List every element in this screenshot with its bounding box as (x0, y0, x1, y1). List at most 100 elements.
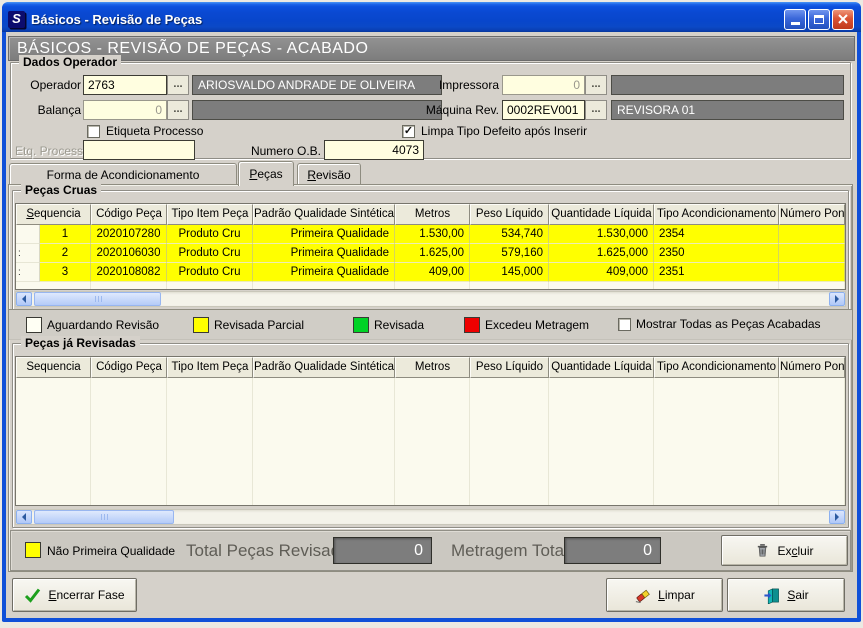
empty-col (167, 378, 253, 505)
empty-col (253, 378, 395, 505)
cell-pontos[interactable] (779, 244, 845, 263)
impressora-lookup-button[interactable]: ... (585, 75, 607, 95)
scroll-left-button[interactable] (16, 510, 32, 524)
legend-aguardando: Aguardando Revisão (26, 317, 159, 333)
nao-primeira-swatch-icon (25, 542, 41, 558)
col-metros[interactable]: Metros (395, 204, 470, 225)
col-codigo-peca[interactable]: Código Peça (91, 357, 167, 378)
cell-sequencia[interactable]: 3 (40, 263, 91, 282)
pecas-revisadas-hscrollbar[interactable] (15, 509, 846, 525)
pecas-cruas-grid[interactable]: Sequencia Código Peça Tipo Item Peça Pad… (15, 203, 846, 290)
grid-empty-area (16, 282, 845, 289)
col-tipo-item-peca[interactable]: Tipo Item Peça (167, 204, 253, 225)
mostrar-todas-checkbox[interactable]: Mostrar Todas as Peças Acabadas (618, 317, 821, 331)
operator-groupbox: Dados Operador Operador 2763 ... ARIOSVA… (10, 62, 851, 159)
pecas-cruas-hscrollbar[interactable] (15, 291, 846, 307)
col-peso-liquido[interactable]: Peso Líquido (470, 357, 549, 378)
numero-ob-input[interactable]: 4073 (324, 140, 424, 160)
cell-peso[interactable]: 579,160 (470, 244, 549, 263)
balanca-input[interactable]: 0 (83, 100, 167, 120)
col-padrao-qualidade[interactable]: Padrão Qualidade Sintética (253, 204, 395, 225)
cell-tipo-item[interactable]: Produto Cru (167, 263, 253, 282)
col-sequencia[interactable]: Sequencia (16, 204, 91, 225)
close-button[interactable] (832, 9, 854, 30)
tab-forma-de-acondicionamento[interactable]: Forma de Acondicionamento (9, 163, 237, 185)
scrollbar-thumb[interactable] (34, 292, 161, 306)
cell-metros[interactable]: 409,00 (395, 263, 470, 282)
cell-quantidade[interactable]: 1.625,000 (549, 244, 654, 263)
sair-button[interactable]: Sair (727, 578, 845, 612)
scroll-left-button[interactable] (16, 292, 32, 306)
limpar-button[interactable]: Limpar (606, 578, 723, 612)
maximize-button[interactable] (808, 9, 830, 30)
legend-white-swatch-icon (26, 317, 42, 333)
table-row[interactable]: 2 2020106030 Produto Cru Primeira Qualid… (16, 244, 845, 263)
legend-label: Aguardando Revisão (47, 318, 159, 332)
scroll-right-button[interactable] (829, 292, 845, 306)
col-numero-pontos[interactable]: Número Pontos (779, 204, 845, 225)
cell-quantidade[interactable]: 1.530,000 (549, 225, 654, 244)
pecas-revisadas-grid[interactable]: Sequencia Código Peça Tipo Item Peça Pad… (15, 356, 846, 506)
etq-processo-input[interactable] (83, 140, 195, 160)
cell-codigo[interactable]: 2020108082 (91, 263, 167, 282)
titlebar[interactable]: S Básicos - Revisão de Peças (2, 2, 861, 32)
metragem-total-label: Metragem Total (451, 541, 568, 561)
tab-pecas[interactable]: Peças (238, 161, 294, 186)
encerrar-fase-button[interactable]: Encerrar Fase (12, 578, 137, 612)
minimize-button[interactable] (784, 9, 806, 30)
col-numero-pontos[interactable]: Número Pontos (779, 357, 845, 378)
limpa-tipo-defeito-checkbox[interactable]: ✓ Limpa Tipo Defeito após Inserir (402, 124, 587, 138)
legend-red-swatch-icon (464, 317, 480, 333)
cell-metros[interactable]: 1.530,00 (395, 225, 470, 244)
col-tipo-acondicionamento[interactable]: Tipo Acondicionamento (654, 357, 779, 378)
grid-header-row: Sequencia Código Peça Tipo Item Peça Pad… (16, 204, 845, 225)
col-quantidade-liquida[interactable]: Quantidade Líquida (549, 357, 654, 378)
empty-col (395, 282, 470, 289)
maquina-rev-lookup-button[interactable]: ... (585, 100, 607, 120)
cell-tipo-item[interactable]: Produto Cru (167, 244, 253, 263)
balanca-lookup-button[interactable]: ... (167, 100, 189, 120)
app-window: S Básicos - Revisão de Peças BÁSICOS - R… (2, 2, 861, 622)
scroll-right-button[interactable] (829, 510, 845, 524)
col-tipo-acondicionamento[interactable]: Tipo Acondicionamento (654, 204, 779, 225)
table-row[interactable]: 1 2020107280 Produto Cru Primeira Qualid… (16, 225, 845, 244)
maquina-rev-input[interactable]: 0002REV001 (502, 100, 585, 120)
window-title: Básicos - Revisão de Peças (31, 12, 784, 27)
cell-metros[interactable]: 1.625,00 (395, 244, 470, 263)
cell-padrao[interactable]: Primeira Qualidade (253, 263, 395, 282)
cell-peso[interactable]: 145,000 (470, 263, 549, 282)
tab-page-pecas: Peças Cruas Sequencia Código Peça Tipo I… (8, 184, 853, 572)
cell-padrao[interactable]: Primeira Qualidade (253, 225, 395, 244)
cell-pontos[interactable] (779, 225, 845, 244)
tab-revisao[interactable]: Revisão (297, 163, 361, 185)
col-padrao-qualidade[interactable]: Padrão Qualidade Sintética (253, 357, 395, 378)
col-metros[interactable]: Metros (395, 357, 470, 378)
cell-peso[interactable]: 534,740 (470, 225, 549, 244)
cell-padrao[interactable]: Primeira Qualidade (253, 244, 395, 263)
cell-tipo-acond[interactable]: 2350 (654, 244, 779, 263)
col-quantidade-liquida[interactable]: Quantidade Líquida (549, 204, 654, 225)
table-row[interactable]: 3 2020108082 Produto Cru Primeira Qualid… (16, 263, 845, 282)
empty-col (470, 282, 549, 289)
cell-tipo-item[interactable]: Produto Cru (167, 225, 253, 244)
cell-pontos[interactable] (779, 263, 845, 282)
cell-codigo[interactable]: 2020107280 (91, 225, 167, 244)
checkbox-icon (87, 125, 100, 138)
cell-sequencia[interactable]: 1 (40, 225, 91, 244)
operador-lookup-button[interactable]: ... (167, 75, 189, 95)
col-peso-liquido[interactable]: Peso Líquido (470, 204, 549, 225)
operador-input[interactable]: 2763 (83, 75, 167, 95)
scrollbar-thumb[interactable] (34, 510, 174, 524)
cell-codigo[interactable]: 2020106030 (91, 244, 167, 263)
col-sequencia[interactable]: Sequencia (16, 357, 91, 378)
cell-sequencia[interactable]: 2 (40, 244, 91, 263)
col-codigo-peca[interactable]: Código Peça (91, 204, 167, 225)
cell-quantidade[interactable]: 409,000 (549, 263, 654, 282)
etiqueta-processo-checkbox[interactable]: Etiqueta Processo (87, 124, 203, 138)
exit-door-icon (763, 587, 780, 604)
cell-tipo-acond[interactable]: 2354 (654, 225, 779, 244)
excluir-button[interactable]: Excluir (721, 535, 848, 566)
impressora-input[interactable]: 0 (502, 75, 585, 95)
cell-tipo-acond[interactable]: 2351 (654, 263, 779, 282)
col-tipo-item-peca[interactable]: Tipo Item Peça (167, 357, 253, 378)
